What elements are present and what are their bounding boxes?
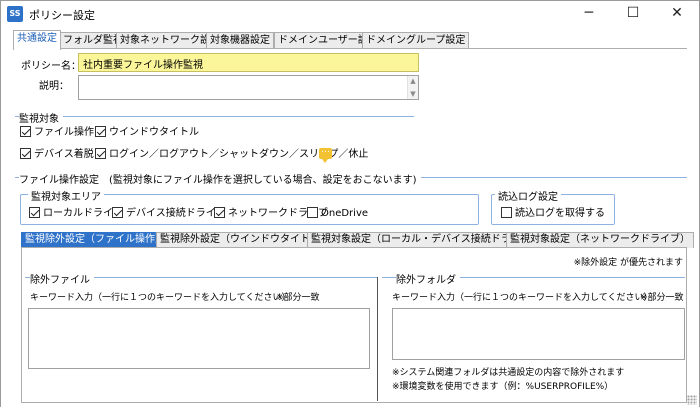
checkbox-window-title[interactable]: ウインドウタイトル	[95, 126, 199, 139]
checkbox-box[interactable]	[20, 148, 31, 159]
maximize-button[interactable]: ☐	[611, 1, 655, 27]
monitoring-section-title: 監視対象	[19, 110, 63, 125]
scroll-up-icon[interactable]: ▲	[408, 76, 418, 86]
checkbox-box[interactable]	[214, 207, 225, 218]
policy-settings-window: SS ポリシー設定 ─ ☐ ✕ 共通設定 フォルダ監視 対象ネットワーク設定 対…	[0, 0, 700, 407]
policy-name-label: ポリシー名：	[21, 61, 81, 72]
exclude-file-title: 除外ファイル	[30, 271, 94, 286]
checkbox-box[interactable]	[95, 126, 106, 137]
tab-divider	[13, 48, 687, 49]
window-title: ポリシー設定	[29, 9, 95, 22]
subtab-target-network[interactable]: 監視対象設定（ネットワークドライブ）	[506, 232, 694, 248]
minimize-button[interactable]: ─	[567, 1, 611, 27]
scroll-down-icon[interactable]: ▼	[408, 89, 418, 99]
checkbox-device-drive[interactable]: デバイス接続ドライブ	[112, 207, 226, 220]
exclude-file-textarea[interactable]	[28, 308, 370, 369]
checkbox-label: ローカルドライブ	[43, 208, 123, 219]
resize-grip[interactable]	[687, 395, 697, 405]
checkbox-box[interactable]	[20, 126, 31, 137]
exclusion-panel: ※除外設定 が優先されます 除外ファイル キーワード入力（一行に１つのキーワード…	[21, 247, 687, 403]
exclude-divider	[377, 277, 378, 401]
checkbox-box[interactable]	[112, 207, 123, 218]
description-scrollbar[interactable]: ▲ ▼	[407, 76, 418, 99]
client-area: 共通設定 フォルダ監視 対象ネットワーク設定 対象機器設定 ドメインユーザー設定…	[1, 27, 699, 407]
read-log-title: 読込ログ設定	[495, 188, 561, 203]
policy-name-input[interactable]: 社内重要ファイル操作監視	[78, 53, 419, 72]
checkbox-device-attach[interactable]: デバイス着脱	[20, 148, 94, 161]
exclude-folder-keyword-label: キーワード入力（一行に１つのキーワードを入力してください）	[392, 293, 653, 303]
checkbox-label: ウインドウタイトル	[109, 127, 199, 138]
tab-target-device[interactable]: 対象機器設定	[206, 32, 274, 49]
checkbox-box[interactable]	[95, 148, 106, 159]
file-ops-section-title: ファイル操作設定 (監視対象にファイル操作を選択している場合、設定をおこないます…	[19, 171, 421, 186]
checkbox-label: 読込ログを取得する	[515, 208, 605, 219]
app-icon: SS	[7, 6, 23, 22]
checkbox-onedrive[interactable]: OneDrive	[307, 207, 368, 220]
checkbox-box[interactable]	[29, 207, 40, 218]
checkbox-label: デバイス着脱	[34, 149, 94, 160]
system-folder-note: ※システム関連フォルダは共通設定の内容で除外されます	[392, 368, 625, 378]
exclude-folder-textarea[interactable]	[392, 308, 685, 360]
checkbox-box[interactable]	[307, 207, 318, 218]
exclude-file-keyword-label: キーワード入力（一行に１つのキーワードを入力してください）	[30, 293, 291, 303]
checkbox-read-log[interactable]: 読込ログを取得する	[501, 207, 605, 220]
exclude-folder-title: 除外フォルダ	[396, 271, 460, 286]
checkbox-local-drive[interactable]: ローカルドライブ	[29, 207, 123, 220]
exclude-folder-match-note: ※部分一致	[640, 293, 684, 303]
checkbox-label: ファイル操作	[34, 127, 94, 138]
priority-note: ※除外設定 が優先されます	[573, 258, 683, 268]
env-var-note: ※環境変数を使用できます（例：%USERPROFILE%）	[392, 382, 614, 392]
checkbox-box[interactable]	[501, 207, 512, 218]
exclude-file-match-note: ※部分一致	[276, 293, 320, 303]
title-bar: SS ポリシー設定 ─ ☐ ✕	[1, 1, 699, 27]
checkbox-label: OneDrive	[321, 208, 369, 219]
tab-domain-group[interactable]: ドメイングループ設定	[362, 32, 470, 49]
description-label: 説明：	[39, 81, 69, 92]
comment-icon[interactable]	[319, 145, 332, 163]
monitoring-section-line	[15, 116, 414, 117]
tab-common[interactable]: 共通設定	[13, 30, 61, 50]
description-textarea[interactable]: ▲ ▼	[78, 75, 419, 100]
checkbox-file-operation[interactable]: ファイル操作	[20, 126, 94, 139]
subtab-exclude-file-ops[interactable]: 監視除外設定（ファイル操作）	[21, 232, 169, 248]
target-area-title: 監視対象エリア	[28, 188, 104, 203]
close-button[interactable]: ✕	[655, 1, 699, 27]
checkbox-label: デバイス接続ドライブ	[126, 208, 226, 219]
